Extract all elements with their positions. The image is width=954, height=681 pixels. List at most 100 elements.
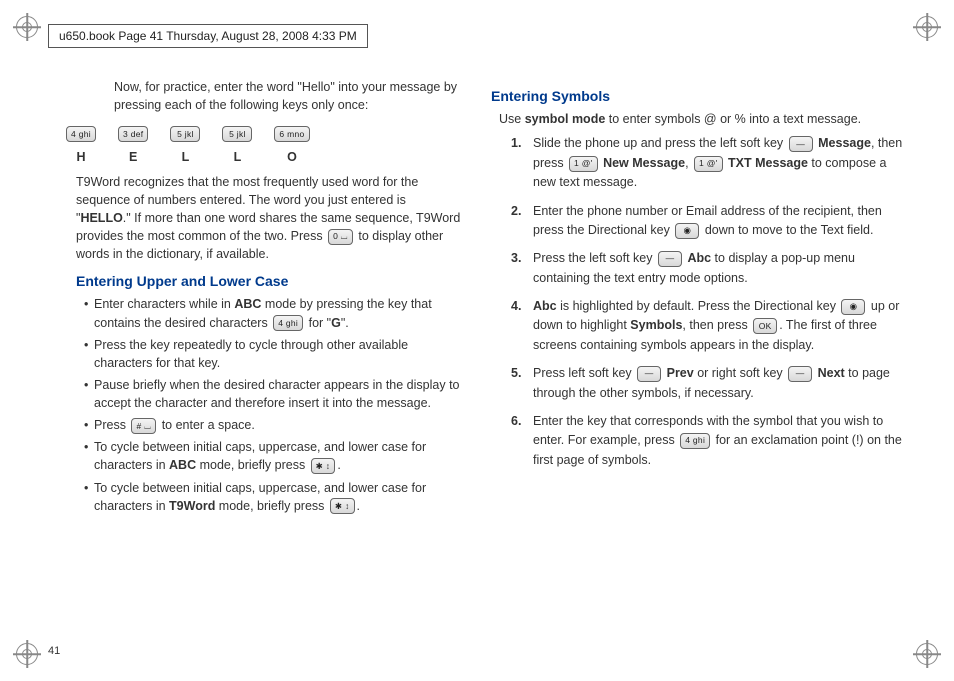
b1e: G <box>331 316 341 330</box>
bullet-cycle-t9word: To cycle between initial caps, uppercase… <box>84 479 463 515</box>
hello-key-h: 4 ghi H <box>64 124 98 166</box>
hello-key-o: 6 mno O <box>272 124 311 166</box>
b5d: . <box>337 458 340 472</box>
keycap-star-shift-2: ✱ ↕ <box>330 498 355 514</box>
s1-newmessage: New Message <box>603 156 685 170</box>
step-3-text: Press the left soft key — Abc to display… <box>533 249 906 288</box>
step-2-number: 2. <box>511 202 533 241</box>
practice-intro: Now, for practice, enter the word "Hello… <box>114 78 463 114</box>
step-4-number: 4. <box>511 297 533 355</box>
s1e: , <box>685 156 692 170</box>
keycap-5jkl: 5 jkl <box>170 126 200 142</box>
b1a: Enter characters while in <box>94 297 234 311</box>
keycap-4ghi-inline: 4 ghi <box>273 315 303 331</box>
crop-target-br <box>916 643 938 665</box>
s4-symbols: Symbols <box>630 318 682 332</box>
b1f: ". <box>341 316 349 330</box>
step-1: 1. Slide the phone up and press the left… <box>511 134 906 192</box>
b6c: mode, briefly press <box>215 499 328 513</box>
section-entering-symbols: Entering Symbols <box>491 86 906 106</box>
page-body: Now, for practice, enter the word "Hello… <box>48 78 906 643</box>
keycap-hash-space: # ⌴ <box>131 418 156 434</box>
step-1-number: 1. <box>511 134 533 192</box>
bullet-press-space: Press # ⌴ to enter a space. <box>84 416 463 434</box>
hello-letter-l2: L <box>220 148 254 166</box>
hello-key-row: 4 ghi H 3 def E 5 jkl L 5 jkl L 6 mno O <box>64 124 463 166</box>
s4-abc: Abc <box>533 299 557 313</box>
bullet-cycle-abc: To cycle between initial caps, uppercase… <box>84 438 463 474</box>
step-2: 2. Enter the phone number or Email addre… <box>511 202 906 241</box>
keycap-left-softkey-2: — <box>658 251 682 267</box>
s3-abc: Abc <box>687 251 711 265</box>
page-header-meta: u650.book Page 41 Thursday, August 28, 2… <box>48 24 368 48</box>
hello-key-l2: 5 jkl L <box>220 124 254 166</box>
b6d: . <box>357 499 360 513</box>
hello-key-l1: 5 jkl L <box>168 124 202 166</box>
s5-next: Next <box>818 366 845 380</box>
step-2-text: Enter the phone number or Email address … <box>533 202 906 241</box>
s2b: down to move to the Text field. <box>701 223 873 237</box>
step-5: 5. Press left soft key — Prev or right s… <box>511 364 906 403</box>
step-3: 3. Press the left soft key — Abc to disp… <box>511 249 906 288</box>
keycap-3def: 3 def <box>118 126 148 142</box>
page-number: 41 <box>48 645 60 657</box>
keycap-star-shift: ✱ ↕ <box>311 458 336 474</box>
s1-message: Message <box>818 136 871 150</box>
crop-target-bl <box>16 643 38 665</box>
left-column: Now, for practice, enter the word "Hello… <box>48 78 463 643</box>
keycap-4ghi: 4 ghi <box>66 126 96 142</box>
step-4-text: Abc is highlighted by default. Press the… <box>533 297 906 355</box>
s1a: Slide the phone up and press the left so… <box>533 136 787 150</box>
keycap-4ghi-2: 4 ghi <box>680 433 710 449</box>
keycap-1b: 1 @' <box>694 156 723 172</box>
keycap-directional: ◉ <box>675 223 699 239</box>
crop-target-tl <box>16 16 38 38</box>
symbols-intro: Use symbol mode to enter symbols @ or % … <box>499 110 906 128</box>
keycap-directional-2: ◉ <box>841 299 865 315</box>
keycap-zero: 0 ⌴ <box>328 229 353 245</box>
intro-c: to enter symbols @ or % into a text mess… <box>605 112 861 126</box>
bullet-press-repeatedly: Press the key repeatedly to cycle throug… <box>84 336 463 372</box>
keycap-left-softkey: — <box>789 136 813 152</box>
b1b: ABC <box>234 297 261 311</box>
b4a: Press <box>94 418 129 432</box>
step-6: 6. Enter the key that corresponds with t… <box>511 412 906 470</box>
step-1-text: Slide the phone up and press the left so… <box>533 134 906 192</box>
t9-paragraph: T9Word recognizes that the most frequent… <box>76 173 463 264</box>
crop-target-tr <box>916 16 938 38</box>
section-upper-lower-case: Entering Upper and Lower Case <box>76 271 463 291</box>
symbols-steps: 1. Slide the phone up and press the left… <box>511 134 906 470</box>
bullet-enter-characters: Enter characters while in ABC mode by pr… <box>84 295 463 331</box>
hello-letter-e: E <box>116 148 150 166</box>
step-4: 4. Abc is highlighted by default. Press … <box>511 297 906 355</box>
b6b: T9Word <box>169 499 215 513</box>
hello-letter-h: H <box>64 148 98 166</box>
s1-txtmessage: TXT Message <box>728 156 808 170</box>
keycap-5jkl: 5 jkl <box>222 126 252 142</box>
bullet-pause-briefly: Pause briefly when the desired character… <box>84 376 463 412</box>
intro-b: symbol mode <box>525 112 606 126</box>
keycap-1: 1 @' <box>569 156 598 172</box>
b5c: mode, briefly press <box>196 458 309 472</box>
upper-lower-bullets: Enter characters while in ABC mode by pr… <box>84 295 463 514</box>
step-5-text: Press left soft key — Prev or right soft… <box>533 364 906 403</box>
keycap-6mno: 6 mno <box>274 126 309 142</box>
s5-prev: Prev <box>667 366 694 380</box>
s5a: Press left soft key <box>533 366 635 380</box>
hello-letter-o: O <box>272 148 311 166</box>
step-5-number: 5. <box>511 364 533 403</box>
hello-key-e: 3 def E <box>116 124 150 166</box>
s3a: Press the left soft key <box>533 251 656 265</box>
s4c: , then press <box>682 318 751 332</box>
step-3-number: 3. <box>511 249 533 288</box>
right-column: Entering Symbols Use symbol mode to ente… <box>491 78 906 643</box>
b1d: for " <box>305 316 331 330</box>
step-6-number: 6. <box>511 412 533 470</box>
s5c: or right soft key <box>694 366 786 380</box>
keycap-ok: OK <box>753 318 777 334</box>
keycap-left-softkey-3: — <box>637 366 661 382</box>
intro-a: Use <box>499 112 525 126</box>
t9-text-hello: HELLO <box>80 211 122 225</box>
step-6-text: Enter the key that corresponds with the … <box>533 412 906 470</box>
s4a: is highlighted by default. Press the Dir… <box>557 299 840 313</box>
